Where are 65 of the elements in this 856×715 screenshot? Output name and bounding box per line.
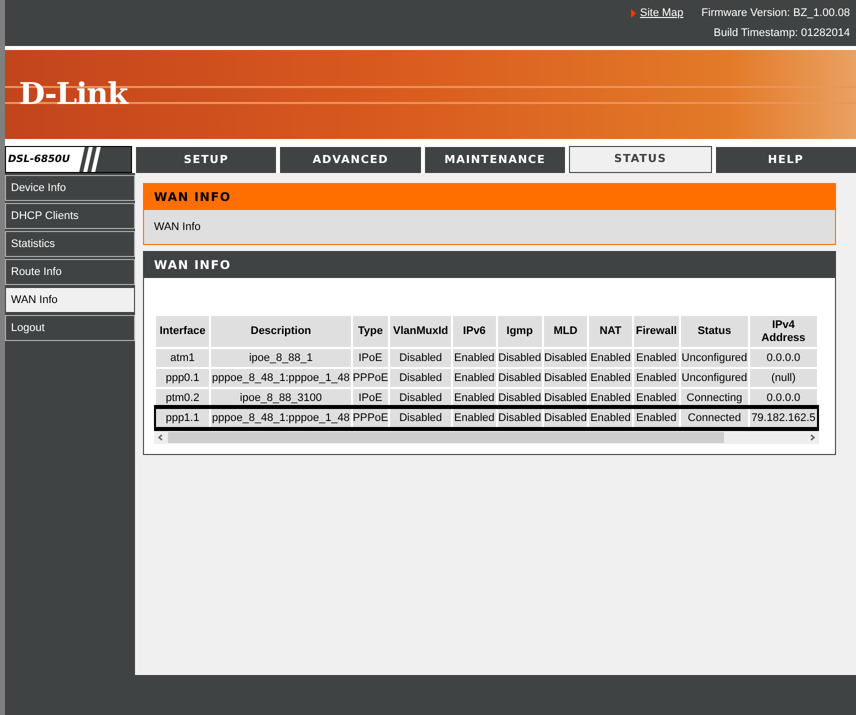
sidebar-item[interactable]: WAN Info <box>5 287 135 313</box>
intro-text: WAN Info <box>154 220 201 235</box>
table-cell: Unconfigured <box>680 369 748 387</box>
table-cell: Enabled <box>453 349 496 367</box>
table-cell: Enabled <box>634 369 679 387</box>
nav-tab[interactable]: SETUP <box>136 147 276 173</box>
table-cell: pppoe_8_48_1:pppoe_1_48 <box>211 369 351 387</box>
site-map-link[interactable]: Site Map <box>631 5 684 22</box>
column-header: Type <box>352 316 388 347</box>
table-cell: Disabled <box>498 409 542 427</box>
table-cell: Enabled <box>589 369 632 387</box>
table-cell: (null) <box>750 369 817 387</box>
nav-tab[interactable]: STATUS <box>569 146 712 173</box>
table-cell: PPPoE <box>352 409 388 427</box>
table-cell: ppp0.1 <box>156 369 210 387</box>
column-header: Interface <box>156 316 210 347</box>
table-cell: atm1 <box>156 349 210 367</box>
sidebar-item[interactable]: Route Info <box>5 259 135 285</box>
table-cell: Unconfigured <box>680 349 748 367</box>
table-cell: ppp1.1 <box>156 409 210 427</box>
sidebar-item[interactable]: Logout <box>5 315 135 341</box>
logo: D-Link <box>19 76 128 114</box>
panel-title: WAN INFO <box>154 189 232 206</box>
nav-tab[interactable]: ADVANCED <box>280 147 421 173</box>
table-cell: ipoe_8_88_1 <box>211 349 351 367</box>
table-cell: Disabled <box>544 409 588 427</box>
column-header: IPv4 Address <box>750 316 817 347</box>
table-cell: Disabled <box>498 369 542 387</box>
sidebar-item[interactable]: Device Info <box>5 175 135 201</box>
table-cell: 0.0.0.0 <box>750 349 817 367</box>
triangle-icon <box>631 8 636 18</box>
nav-tab[interactable]: MAINTENANCE <box>424 147 566 173</box>
table-cell: Disabled <box>390 369 452 387</box>
column-header: Status <box>680 316 748 347</box>
table-cell: Enabled <box>453 369 496 387</box>
column-header: Description <box>211 316 351 347</box>
table-cell: Connected <box>680 409 748 427</box>
table-cell: PPPoE <box>352 369 388 387</box>
table-cell: Enabled <box>589 409 632 427</box>
table-cell: Enabled <box>589 349 632 367</box>
sidebar-item[interactable]: Statistics <box>5 231 135 257</box>
panel-title: WAN INFO <box>154 257 232 274</box>
table-cell: pppoe_8_48_1:pppoe_1_48 <box>211 409 351 427</box>
nav-tab[interactable]: HELP <box>716 147 856 173</box>
column-header: Igmp <box>498 316 542 347</box>
build-timestamp: Build Timestamp: 01282014 <box>714 26 850 40</box>
model-name: DSL-6850U <box>7 153 70 167</box>
horizontal-scrollbar[interactable] <box>154 431 819 444</box>
table-cell: Disabled <box>498 349 542 367</box>
table-cell: Disabled <box>390 409 452 427</box>
column-header: MLD <box>544 316 588 347</box>
table-cell: Disabled <box>544 349 588 367</box>
table-cell: IPoE <box>352 349 388 367</box>
table-cell: Enabled <box>634 409 679 427</box>
table-cell: 79.182.162.5 <box>750 409 817 427</box>
column-header: Firewall <box>634 316 679 347</box>
table-cell: Disabled <box>544 369 588 387</box>
table-cell: Disabled <box>390 349 452 367</box>
column-header: VlanMuxId <box>390 316 452 347</box>
table-cell: Enabled <box>453 409 496 427</box>
firmware-version: Firmware Version: BZ_1.00.08 <box>701 6 850 21</box>
column-header: IPv6 <box>453 316 496 347</box>
sidebar-item[interactable]: DHCP Clients <box>5 203 135 229</box>
column-header: NAT <box>589 316 632 347</box>
table-cell: Enabled <box>634 349 679 367</box>
